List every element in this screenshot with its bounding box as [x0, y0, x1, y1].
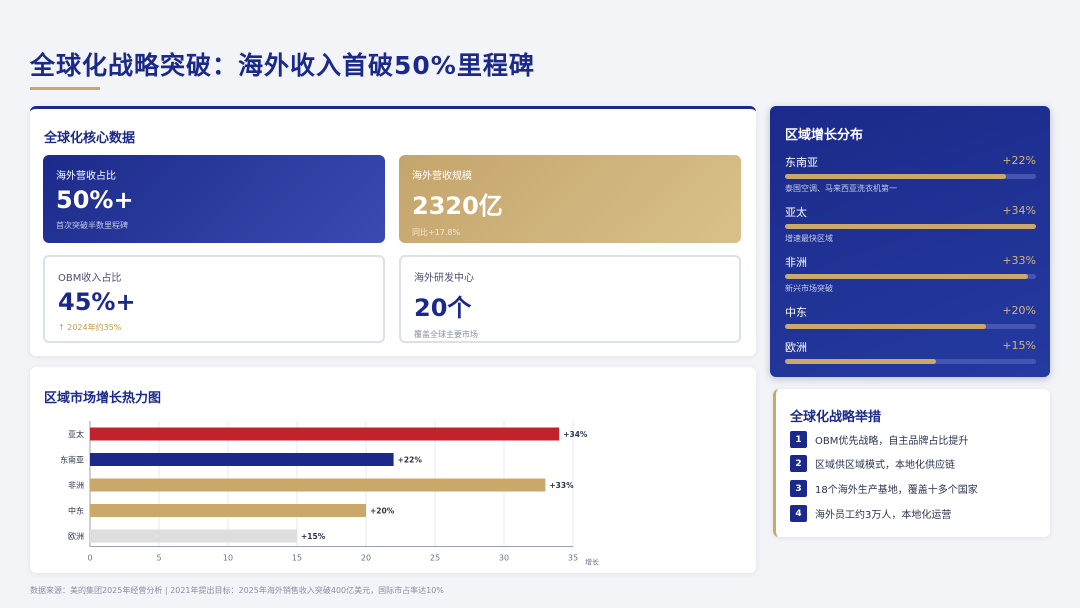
kpi-label: 海外营收占比 [56, 171, 116, 182]
data-source-footnote: 数据来源：美的集团2025年经营分析 | 2021年提出目标：2025年海外销售… [30, 586, 444, 595]
strategy-number-badge: 1 [790, 431, 807, 448]
kpi-note: 首次突破半数里程碑 [56, 221, 128, 230]
kpi-obm-share: OBM收入占比 45%+ ↑ 2024年约35% [43, 255, 385, 343]
region-pct: +15% [1002, 339, 1036, 352]
kpi-value: 50%+ [56, 186, 134, 214]
region-growth-card: 区域增长分布 东南亚 +22% 泰国空调、马来西亚洗衣机第一 亚太 +34% 增速最… [770, 106, 1050, 377]
region-row-middle-east: 中东 +20% [785, 304, 1036, 329]
category-label: 非洲 [68, 480, 84, 490]
region-progress-track [785, 224, 1036, 229]
region-row-southeast-asia: 东南亚 +22% 泰国空调、马来西亚洗衣机第一 [785, 154, 1036, 194]
region-progress-fill [785, 174, 1006, 179]
region-name: 非洲 [785, 256, 807, 269]
region-name: 欧洲 [785, 341, 807, 354]
strategy-number-badge: 4 [790, 505, 807, 522]
title-underline [30, 87, 100, 90]
region-progress-track [785, 274, 1036, 279]
region-note: 新兴市场突破 [785, 284, 833, 293]
region-row-europe: 欧洲 +15% [785, 339, 1036, 364]
strategy-text: OBM优先战略，自主品牌占比提升 [815, 436, 969, 447]
region-progress-track [785, 359, 1036, 364]
region-progress-fill [785, 324, 986, 329]
strategy-title: 全球化战略举措 [790, 410, 882, 425]
region-pct: +22% [1002, 154, 1036, 167]
data-label: +33% [549, 481, 574, 490]
x-tick-label: 15 [292, 554, 302, 563]
core-data-title: 全球化核心数据 [44, 131, 136, 146]
kpi-rd-centers: 海外研发中心 20个 覆盖全球主要市场 [399, 255, 741, 343]
x-axis-unit: 增长 [585, 558, 599, 567]
region-row-africa: 非洲 +33% 新兴市场突破 [785, 254, 1036, 294]
region-name: 东南亚 [785, 156, 818, 169]
kpi-label: OBM收入占比 [58, 273, 122, 284]
region-name: 中东 [785, 306, 807, 319]
bar [90, 453, 394, 466]
growth-bar-chart: 0 5 10 15 20 25 30 35 增长 亚太 +34% 东南亚 +22% 非洲 +33% 中东 +20… [60, 421, 599, 567]
data-label: +34% [563, 430, 588, 439]
strategy-text: 18个海外生产基地，覆盖十多个国家 [815, 485, 978, 496]
region-progress-fill [785, 274, 1029, 279]
strategy-item: 2 区域供区域模式，本地化供应链 [790, 455, 955, 472]
strategy-text: 区域供区域模式，本地化供应链 [815, 460, 955, 471]
region-progress-fill [785, 359, 936, 364]
category-label: 亚太 [68, 429, 84, 439]
region-pct: +20% [1002, 304, 1036, 317]
strategy-item: 3 18个海外生产基地，覆盖十多个国家 [790, 480, 978, 497]
kpi-label: 海外营收规模 [412, 171, 472, 182]
region-progress-track [785, 174, 1036, 179]
growth-chart-card: 区域市场增长热力图 0 5 10 15 20 25 30 35 增长 亚太 +34% 东南亚 +22% 非… [30, 367, 756, 573]
category-label: 东南亚 [60, 455, 84, 465]
region-progress-fill [785, 224, 1036, 229]
x-tick-label: 25 [430, 554, 440, 563]
kpi-value: 20个 [414, 294, 472, 322]
x-tick-label: 35 [568, 554, 578, 563]
kpi-value: 45%+ [58, 288, 136, 316]
region-progress-track [785, 324, 1036, 329]
x-tick-label: 30 [499, 554, 509, 563]
bar [90, 504, 366, 517]
strategy-item: 1 OBM优先战略，自主品牌占比提升 [790, 431, 968, 448]
category-label: 中东 [68, 506, 84, 516]
region-pct: +33% [1002, 254, 1036, 267]
strategy-text: 海外员工约3万人，本地化运营 [815, 510, 952, 521]
kpi-note: ↑ 2024年约35% [58, 323, 122, 332]
region-name: 亚太 [785, 206, 807, 219]
bar [90, 427, 560, 441]
data-label: +22% [398, 456, 423, 465]
region-growth-title: 区域增长分布 [785, 128, 864, 143]
x-tick-label: 20 [361, 554, 371, 563]
region-pct: +34% [1002, 204, 1036, 217]
strategy-card: 全球化战略举措 1 OBM优先战略，自主品牌占比提升 2 区域供区域模式，本地化… [773, 389, 1050, 537]
x-tick-label: 5 [156, 554, 161, 563]
bar [90, 529, 297, 543]
kpi-overseas-revenue: 海外营收规模 2320亿 同比+17.8% [399, 155, 741, 243]
category-label: 欧洲 [68, 531, 84, 541]
data-label: +20% [370, 507, 395, 516]
x-tick-label: 10 [223, 554, 233, 563]
strategy-number-badge: 3 [790, 480, 807, 497]
strategy-number-badge: 2 [790, 455, 807, 472]
core-data-card: 全球化核心数据 海外营收占比 50%+ 首次突破半数里程碑 海外营收规模 232… [30, 106, 756, 356]
region-note: 增速最快区域 [785, 234, 833, 243]
bar [90, 478, 546, 492]
kpi-label: 海外研发中心 [414, 273, 474, 284]
page-title: 全球化战略突破：海外收入首破50%里程碑 [30, 51, 535, 80]
kpi-overseas-share: 海外营收占比 50%+ 首次突破半数里程碑 [43, 155, 385, 243]
kpi-note: 同比+17.8% [412, 228, 461, 237]
kpi-note: 覆盖全球主要市场 [414, 330, 478, 339]
region-row-asia-pacific: 亚太 +34% 增速最快区域 [785, 204, 1036, 244]
kpi-value: 2320亿 [412, 192, 503, 220]
region-note: 泰国空调、马来西亚洗衣机第一 [785, 184, 897, 193]
data-label: +15% [301, 532, 326, 541]
strategy-item: 4 海外员工约3万人，本地化运营 [790, 505, 951, 522]
x-tick-label: 0 [87, 554, 92, 563]
